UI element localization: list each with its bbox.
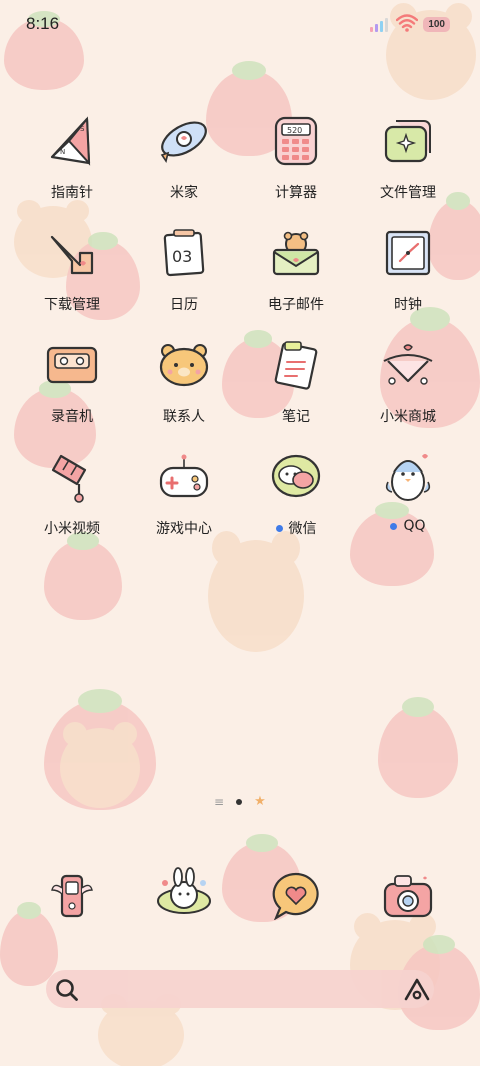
notes-icon xyxy=(263,332,329,398)
phone-icon xyxy=(39,862,105,928)
bear-decoration xyxy=(60,721,140,808)
app-label: 游戏中心 xyxy=(156,521,212,537)
cellular-signal-icon xyxy=(370,18,388,32)
dock-rabbit-app[interactable] xyxy=(124,862,244,932)
app-qq[interactable]: QQ xyxy=(348,444,468,556)
app-label: 小米商城 xyxy=(380,409,436,425)
calendar-icon: 03 xyxy=(151,220,217,286)
camera-rabbit-icon xyxy=(151,862,217,928)
dock xyxy=(0,862,480,932)
app-label: 计算器 xyxy=(275,185,317,201)
camera-icon xyxy=(375,862,441,928)
app-mijia[interactable]: 米家 xyxy=(124,108,244,220)
calculator-icon: 520 xyxy=(263,108,329,174)
notification-dot xyxy=(390,522,398,530)
app-mi-store[interactable]: 小米商城 xyxy=(348,332,468,444)
app-label: 微信 xyxy=(275,518,317,538)
app-clock[interactable]: 时钟 xyxy=(348,220,468,332)
app-contacts[interactable]: 联系人 xyxy=(124,332,244,444)
dock-camera[interactable] xyxy=(348,862,468,932)
app-label: 时钟 xyxy=(394,297,422,313)
app-compass[interactable]: N S 指南针 xyxy=(12,108,132,220)
app-calculator[interactable]: 520 计算器 xyxy=(236,108,356,220)
wifi-icon xyxy=(396,14,418,32)
mi-store-icon xyxy=(375,332,441,398)
download-icon xyxy=(39,220,105,286)
app-label: 联系人 xyxy=(163,409,205,425)
app-game-center[interactable]: 游戏中心 xyxy=(124,444,244,556)
recorder-icon xyxy=(39,332,105,398)
app-label: 小米视频 xyxy=(44,521,100,537)
strawberry-decoration xyxy=(378,696,458,798)
page-dot-active xyxy=(236,798,243,805)
notification-dot xyxy=(275,524,283,532)
status-bar: 8:16 100 xyxy=(0,0,480,52)
compass-icon: N S xyxy=(39,108,105,174)
contacts-bear-icon xyxy=(151,332,217,398)
qq-penguin-icon xyxy=(375,444,441,510)
wechat-icon xyxy=(263,444,329,510)
app-label: 日历 xyxy=(170,297,198,313)
svg-text:S: S xyxy=(80,125,85,133)
app-label: 笔记 xyxy=(282,409,310,425)
app-label: 文件管理 xyxy=(380,185,436,201)
app-label: 指南针 xyxy=(51,185,93,201)
menu-lines-icon: ≡ xyxy=(214,794,225,809)
app-calendar[interactable]: 03 日历 xyxy=(124,220,244,332)
app-wechat[interactable]: 微信 xyxy=(236,444,356,556)
game-center-icon xyxy=(151,444,217,510)
folder-icon xyxy=(375,108,441,174)
app-label: 米家 xyxy=(170,185,198,201)
dock-phone[interactable] xyxy=(12,862,132,932)
app-mi-video[interactable]: 小米视频 xyxy=(12,444,132,556)
app-label: 下载管理 xyxy=(44,297,100,313)
clock-icon xyxy=(375,220,441,286)
bear-decoration xyxy=(98,994,184,1066)
mijia-rocket-icon xyxy=(151,108,217,174)
app-label: 录音机 xyxy=(51,409,93,425)
app-download-manager[interactable]: 下载管理 xyxy=(12,220,132,332)
app-file-manager[interactable]: 文件管理 xyxy=(348,108,468,220)
search-icon[interactable] xyxy=(54,977,80,1003)
messages-heart-icon xyxy=(263,862,329,928)
app-email[interactable]: 电子邮件 xyxy=(236,220,356,332)
search-bar[interactable] xyxy=(46,970,434,1008)
app-recorder[interactable]: 录音机 xyxy=(12,332,132,444)
bear-decoration xyxy=(208,531,304,652)
star-icon: ★ xyxy=(254,794,266,809)
clock-time: 8:16 xyxy=(26,14,60,33)
dock-messages[interactable] xyxy=(236,862,356,932)
app-label: QQ xyxy=(390,518,426,534)
calendar-date: 03 xyxy=(172,247,192,266)
calculator-display: 520 xyxy=(287,126,302,135)
email-icon xyxy=(263,220,329,286)
app-notes[interactable]: 笔记 xyxy=(236,332,356,444)
video-icon xyxy=(39,444,105,510)
battery-indicator: 100 xyxy=(423,17,450,32)
app-label: 电子邮件 xyxy=(268,297,324,313)
svg-text:N: N xyxy=(60,148,65,156)
page-indicator[interactable]: ≡ ★ xyxy=(214,795,266,808)
ai-assistant-icon[interactable] xyxy=(402,975,432,1003)
